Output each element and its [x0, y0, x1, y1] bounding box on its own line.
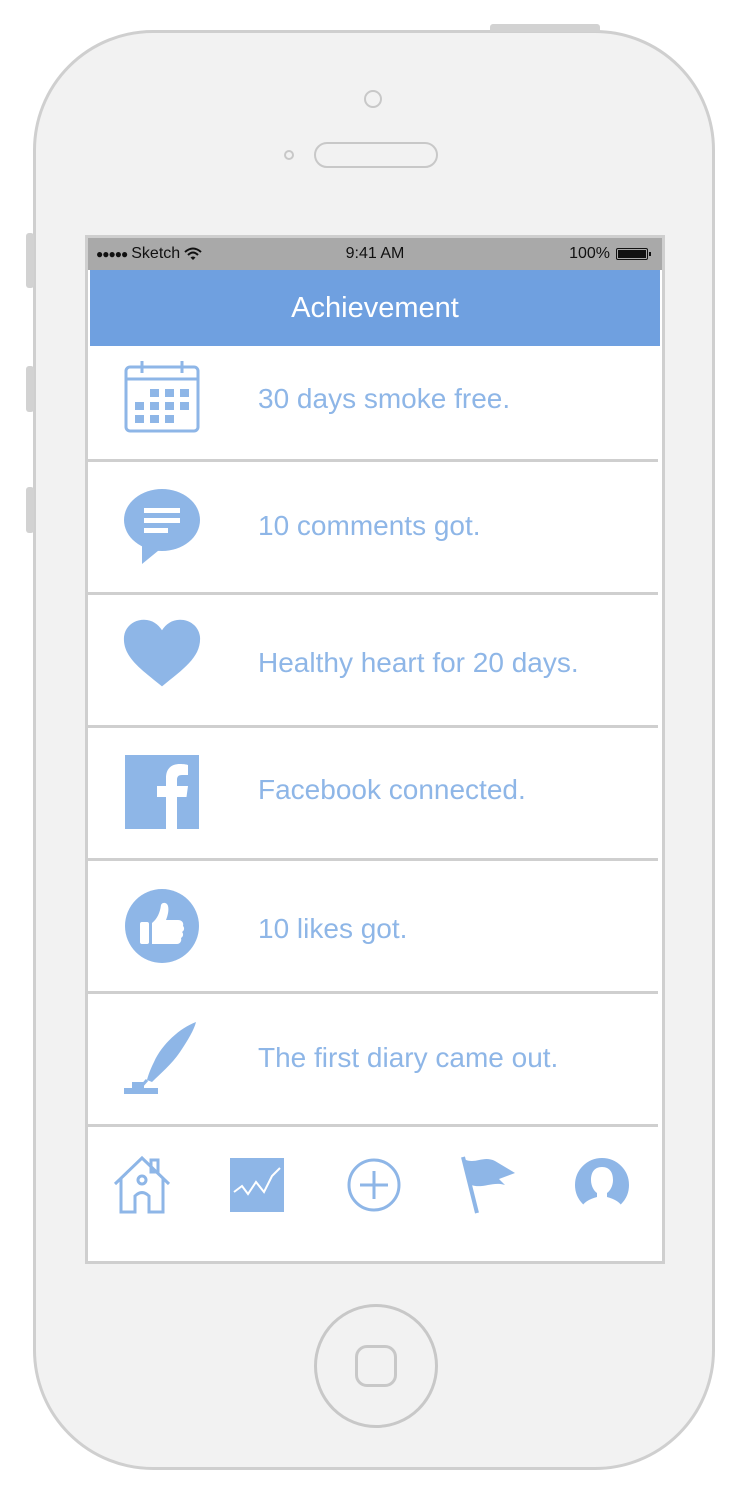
chart-icon — [230, 1158, 284, 1212]
home-button[interactable] — [314, 1304, 438, 1428]
tab-profile[interactable] — [570, 1153, 634, 1217]
home-icon — [113, 1155, 171, 1214]
proximity-sensor — [284, 150, 294, 160]
achievement-label: 30 days smoke free. — [258, 383, 511, 414]
facebook-icon — [122, 755, 202, 829]
status-bar: ●●●●● Sketch 9:41 AM 100% — [88, 238, 662, 270]
flag-icon — [461, 1156, 515, 1214]
list-item[interactable]: Healthy heart for 20 days. — [88, 595, 658, 725]
achievement-label: Healthy heart for 20 days. — [258, 647, 579, 678]
home-button-square — [355, 1345, 397, 1387]
achievement-label: The first diary came out. — [258, 1042, 559, 1073]
tab-add[interactable] — [342, 1153, 406, 1217]
list-item[interactable]: 10 likes got. — [88, 861, 658, 991]
front-camera — [364, 90, 382, 108]
quill-pen-icon — [122, 1018, 202, 1098]
list-item[interactable]: 30 days smoke free. — [88, 351, 658, 459]
achievement-label: Facebook connected. — [258, 774, 526, 805]
power-button — [490, 24, 600, 32]
achievement-label: 10 likes got. — [258, 913, 408, 944]
list-item[interactable]: Facebook connected. — [88, 728, 658, 858]
chat-bubble-icon — [122, 488, 202, 566]
list-item[interactable]: The first diary came out. — [88, 994, 658, 1124]
thumbs-up-icon — [122, 888, 202, 964]
tab-bar — [88, 1125, 662, 1261]
tab-home[interactable] — [110, 1153, 174, 1217]
tab-flag[interactable] — [455, 1153, 519, 1217]
page-title: Achievement — [291, 291, 459, 324]
add-circle-icon — [347, 1158, 401, 1212]
volume-up-button — [26, 366, 34, 412]
tab-chart[interactable] — [225, 1153, 289, 1217]
calendar-icon — [122, 359, 202, 435]
list-item[interactable]: 10 comments got. — [88, 462, 658, 592]
volume-down-button — [26, 487, 34, 533]
achievement-label: 10 comments got. — [258, 510, 481, 541]
heart-icon — [122, 617, 202, 691]
earpiece-speaker — [314, 142, 438, 168]
screen: ●●●●● Sketch 9:41 AM 100% Achievement 30… — [85, 235, 665, 1264]
battery-icon — [616, 248, 651, 260]
status-right: 100% — [569, 245, 651, 263]
battery-percent: 100% — [569, 245, 610, 262]
mute-switch — [26, 233, 34, 288]
profile-icon — [575, 1158, 629, 1213]
nav-bar: Achievement — [90, 270, 660, 346]
